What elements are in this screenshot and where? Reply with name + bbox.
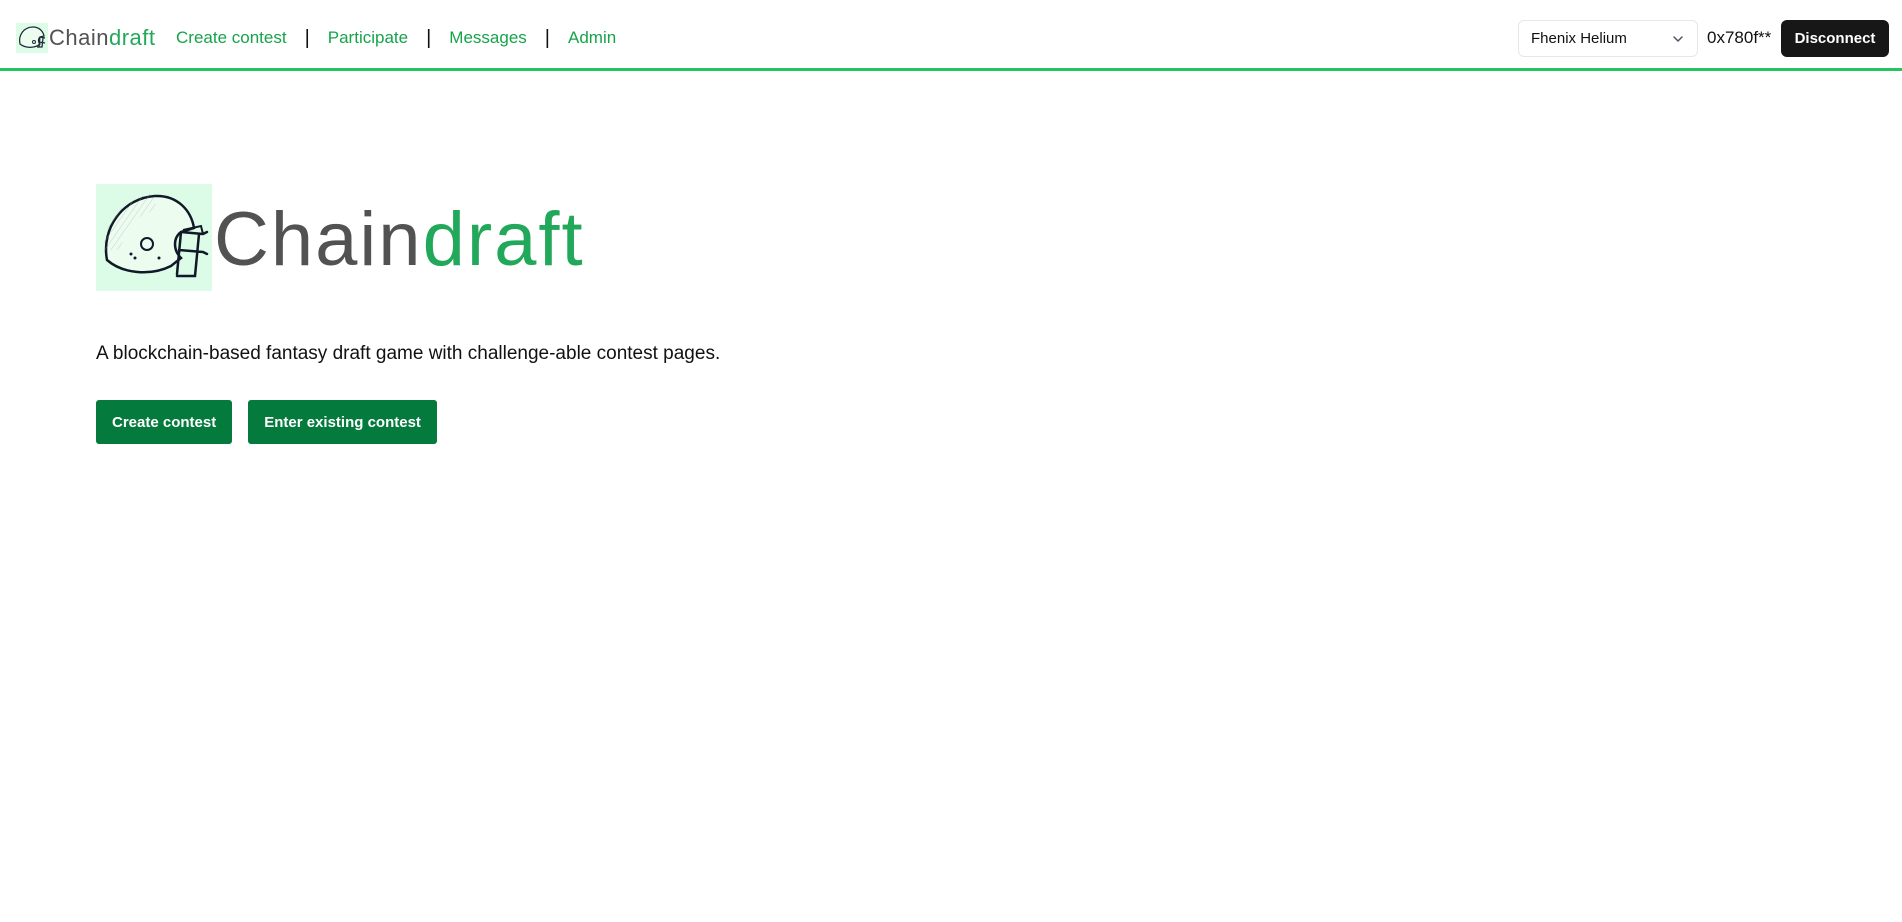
create-contest-button[interactable]: Create contest [96, 400, 233, 444]
top-navbar: Chaindraft Create contest | Participate … [0, 0, 1902, 71]
nav-separator: | [544, 27, 550, 49]
disconnect-button[interactable]: Disconnect [1781, 20, 1889, 57]
hero-wordmark: Chaindraft [214, 190, 585, 290]
nav-link-create-contest[interactable]: Create contest [176, 26, 287, 50]
network-select-value: Fhenix Helium [1531, 30, 1627, 47]
nav-separator: | [304, 27, 310, 49]
nav-logo[interactable]: Chaindraft [16, 23, 156, 53]
chevron-down-icon [1673, 36, 1683, 42]
football-helmet-icon [16, 23, 48, 53]
wallet-address: 0x780f** [1707, 28, 1772, 47]
wordmark-chain: Chain [49, 25, 109, 50]
hero-actions: Create contest Enter existing contest [96, 400, 437, 444]
hero-wordmark-draft: draft [422, 196, 585, 282]
nav-logo-wordmark: Chaindraft [49, 23, 156, 53]
football-helmet-icon [96, 184, 212, 291]
wordmark-draft: draft [108, 25, 156, 50]
enter-existing-contest-button[interactable]: Enter existing contest [248, 400, 437, 444]
nav-link-admin[interactable]: Admin [568, 26, 616, 50]
nav-separator: | [426, 27, 432, 49]
hero-tagline: A blockchain-based fantasy draft game wi… [96, 343, 721, 364]
network-select[interactable]: Fhenix Helium [1518, 20, 1698, 57]
nav-link-participate[interactable]: Participate [328, 26, 408, 50]
nav-link-messages[interactable]: Messages [449, 26, 526, 50]
hero-wordmark-chain: Chain [214, 196, 423, 282]
main-nav: Create contest | Participate | Messages … [176, 26, 616, 50]
hero-logo: Chaindraft [96, 184, 585, 291]
